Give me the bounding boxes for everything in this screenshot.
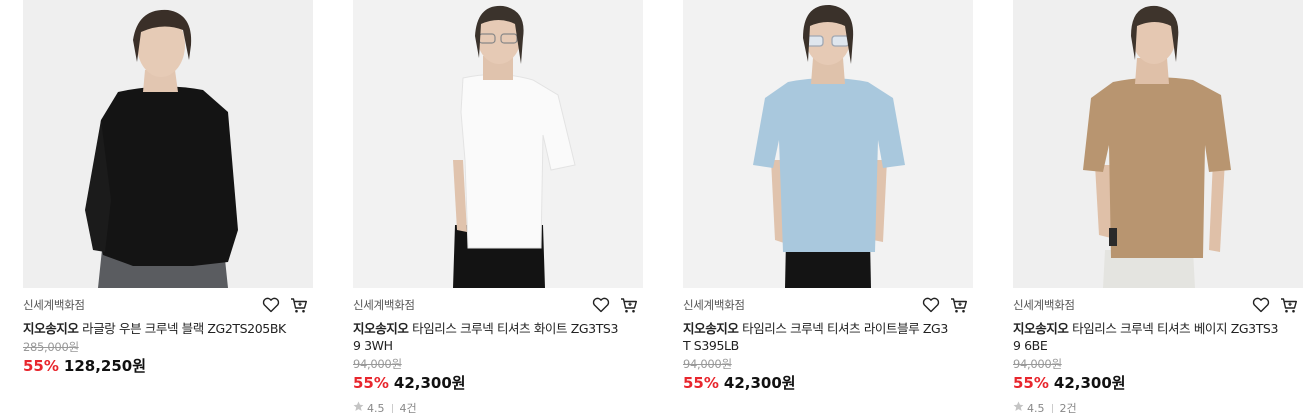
product-title[interactable]: 지오송지오 타임리스 크루넥 티셔츠 베이지 ZG3TS39 6BE <box>1013 320 1283 354</box>
store-name: 신세계백화점 <box>23 298 85 312</box>
card-actions <box>591 295 643 315</box>
product-grid: 신세계백화점 지오송지오 라글랑 우븐 크루넥 블랙 ZG2TS205BK 28… <box>0 0 1306 414</box>
brand-name: 지오송지오 <box>1013 321 1069 336</box>
sale-price-unit: 원 <box>132 357 147 375</box>
card-actions <box>921 295 973 315</box>
sale-price: 42,300원 <box>1054 372 1126 393</box>
meta-row: 신세계백화점 <box>1013 288 1303 320</box>
product-card[interactable]: 신세계백화점 지오송지오 타임리스 크루넥 티셔츠 화이트 ZG3TS39 3W… <box>353 0 643 414</box>
card-actions <box>261 295 313 315</box>
store-name: 신세계백화점 <box>353 298 415 312</box>
price-row: 55% 42,300원 <box>353 372 643 393</box>
sale-price: 42,300원 <box>724 372 796 393</box>
model-photo <box>1013 0 1303 288</box>
brand-name: 지오송지오 <box>683 321 739 336</box>
heart-icon[interactable] <box>591 295 611 315</box>
cart-icon[interactable] <box>619 295 639 315</box>
review-count: 4건 <box>399 402 417 414</box>
heart-icon[interactable] <box>261 295 281 315</box>
discount-rate: 55% <box>1013 374 1049 392</box>
sale-price-value: 42,300 <box>723 374 782 392</box>
heart-icon[interactable] <box>1251 295 1271 315</box>
brand-name: 지오송지오 <box>23 321 79 336</box>
cart-icon[interactable] <box>949 295 969 315</box>
product-image[interactable] <box>1013 0 1303 288</box>
cart-icon[interactable] <box>1279 295 1299 315</box>
sale-price-unit: 원 <box>1111 374 1126 392</box>
product-image[interactable] <box>23 0 313 288</box>
sale-price-unit: 원 <box>451 374 466 392</box>
discount-rate: 55% <box>23 357 59 375</box>
brand-name: 지오송지오 <box>353 321 409 336</box>
product-card[interactable]: 신세계백화점 지오송지오 타임리스 크루넥 티셔츠 베이지 ZG3TS39 6B… <box>1013 0 1303 414</box>
model-photo <box>23 0 313 288</box>
store-name: 신세계백화점 <box>1013 298 1075 312</box>
product-title[interactable]: 지오송지오 타임리스 크루넥 티셔츠 화이트 ZG3TS39 3WH <box>353 320 623 354</box>
original-price: 94,000원 <box>683 357 732 371</box>
original-price: 94,000원 <box>1013 357 1062 371</box>
divider <box>1051 403 1053 413</box>
product-card[interactable]: 신세계백화점 지오송지오 타임리스 크루넥 티셔츠 라이트블루 ZG3T S39… <box>683 0 973 393</box>
discount-rate: 55% <box>683 374 719 392</box>
meta-row: 신세계백화점 <box>23 288 313 320</box>
star-icon <box>1013 401 1024 414</box>
rating-row: 4.5 2건 <box>1013 400 1303 414</box>
star-icon <box>353 401 364 414</box>
sale-price-unit: 원 <box>781 374 796 392</box>
rating-row: 4.5 4건 <box>353 400 643 414</box>
heart-icon[interactable] <box>921 295 941 315</box>
sale-price: 42,300원 <box>394 372 466 393</box>
discount-rate: 55% <box>353 374 389 392</box>
product-image[interactable] <box>353 0 643 288</box>
original-price: 285,000원 <box>23 340 79 354</box>
sale-price: 128,250원 <box>64 355 146 376</box>
product-title[interactable]: 지오송지오 라글랑 우븐 크루넥 블랙 ZG2TS205BK <box>23 320 293 337</box>
price-row: 55% 42,300원 <box>683 372 973 393</box>
product-card[interactable]: 신세계백화점 지오송지오 라글랑 우븐 크루넥 블랙 ZG2TS205BK 28… <box>23 0 313 376</box>
product-title[interactable]: 지오송지오 타임리스 크루넥 티셔츠 라이트블루 ZG3T S395LB <box>683 320 953 354</box>
divider <box>391 403 393 413</box>
meta-row: 신세계백화점 <box>683 288 973 320</box>
sale-price-value: 42,300 <box>393 374 452 392</box>
product-image[interactable] <box>683 0 973 288</box>
review-count: 2건 <box>1059 402 1077 414</box>
rating-score: 4.5 <box>1027 401 1045 414</box>
meta-row: 신세계백화점 <box>353 288 643 320</box>
store-name: 신세계백화점 <box>683 298 745 312</box>
model-photo <box>353 0 643 288</box>
rating-score: 4.5 <box>367 401 385 414</box>
price-row: 55% 42,300원 <box>1013 372 1303 393</box>
sale-price-value: 128,250 <box>63 357 133 375</box>
product-name: 라글랑 우븐 크루넥 블랙 ZG2TS205BK <box>82 321 286 336</box>
price-row: 55% 128,250원 <box>23 355 313 376</box>
model-photo <box>683 0 973 288</box>
original-price: 94,000원 <box>353 357 402 371</box>
sale-price-value: 42,300 <box>1053 374 1112 392</box>
card-actions <box>1251 295 1303 315</box>
cart-icon[interactable] <box>289 295 309 315</box>
